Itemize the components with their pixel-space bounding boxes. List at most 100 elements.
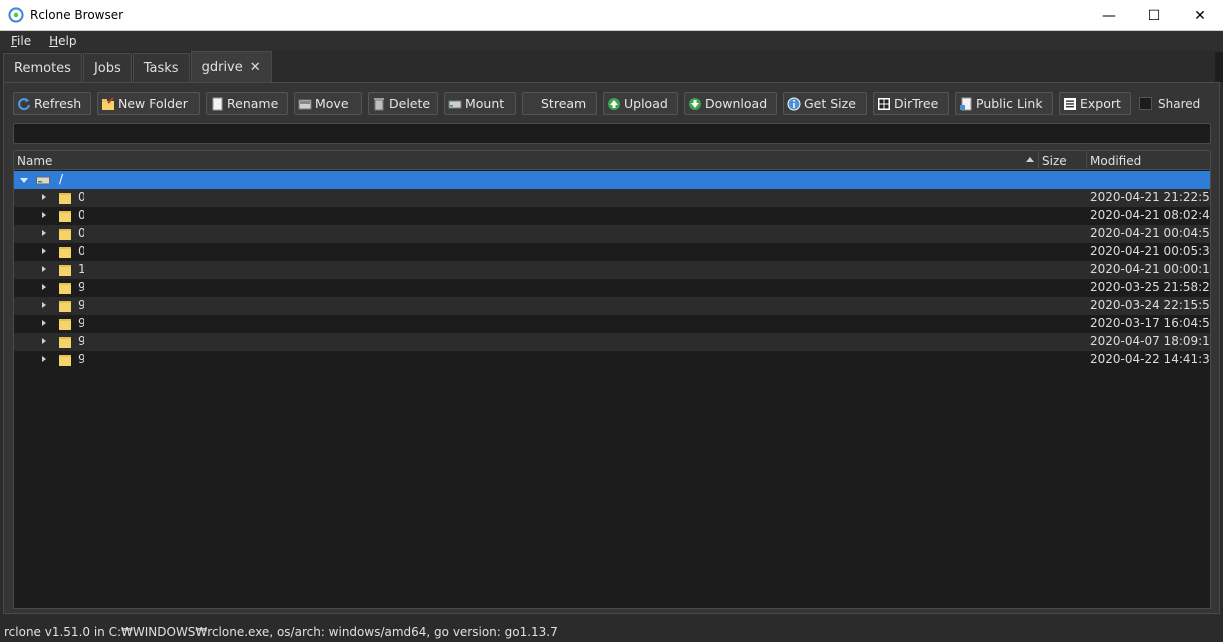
rclone-logo-icon bbox=[8, 7, 24, 23]
tab-gdrive-label: gdrive bbox=[201, 59, 243, 75]
folder-row[interactable]: 0 2020-04-21 08:02:45 bbox=[14, 207, 1210, 225]
upload-label: Upload bbox=[624, 96, 668, 111]
toolbar: Refresh New Folder Rename Move Delete Mo… bbox=[13, 92, 1200, 116]
column-name-label: Name bbox=[17, 153, 53, 168]
drive-icon bbox=[36, 176, 50, 185]
folder-modified: 2020-04-21 00:04:59 bbox=[1090, 226, 1211, 240]
expand-arrow-icon[interactable] bbox=[42, 302, 46, 308]
expand-arrow-icon[interactable] bbox=[42, 320, 46, 326]
tree-rows: / 0 2020-04-21 21:22:51 0 2020-04-21 08:02:… bbox=[14, 171, 1210, 369]
dirtree-icon bbox=[877, 97, 891, 111]
column-name-header[interactable]: Name bbox=[14, 151, 1039, 170]
move-icon bbox=[298, 97, 312, 111]
close-button[interactable]: ✕ bbox=[1177, 0, 1223, 31]
download-icon bbox=[688, 97, 702, 111]
tab-jobs[interactable]: Jobs bbox=[82, 53, 132, 82]
folder-name: 0 bbox=[78, 208, 84, 222]
tab-gdrive[interactable]: gdrive ✕ bbox=[190, 51, 272, 82]
delete-button[interactable]: Delete bbox=[368, 92, 438, 115]
menu-help[interactable]: Help bbox=[38, 34, 83, 48]
folder-icon bbox=[59, 229, 71, 240]
new-folder-icon bbox=[101, 96, 115, 111]
tab-tasks[interactable]: Tasks bbox=[132, 53, 190, 82]
rename-label: Rename bbox=[227, 96, 279, 111]
path-input[interactable] bbox=[13, 123, 1211, 144]
trash-icon bbox=[372, 97, 386, 111]
refresh-icon bbox=[17, 97, 31, 111]
folder-modified: 2020-03-17 16:04:51 bbox=[1090, 316, 1211, 330]
tab-remotes[interactable]: Remotes bbox=[3, 53, 82, 82]
column-size-header[interactable]: Size bbox=[1039, 151, 1087, 170]
column-size-label: Size bbox=[1042, 153, 1067, 168]
collapse-arrow-icon[interactable] bbox=[20, 178, 28, 183]
expand-arrow-icon[interactable] bbox=[42, 194, 46, 200]
refresh-button[interactable]: Refresh bbox=[13, 92, 91, 115]
folder-icon bbox=[59, 301, 71, 312]
tab-bar: Remotes Jobs Tasks gdrive ✕ bbox=[0, 51, 1223, 82]
expand-arrow-icon[interactable] bbox=[42, 284, 46, 290]
folder-row[interactable]: 9 2020-03-25 21:58:27 bbox=[14, 279, 1210, 297]
expand-arrow-icon[interactable] bbox=[42, 338, 46, 344]
folder-row[interactable]: 0 2020-04-21 21:22:51 bbox=[14, 189, 1210, 207]
info-icon bbox=[787, 97, 801, 111]
folder-icon bbox=[59, 283, 71, 294]
expand-arrow-icon[interactable] bbox=[42, 230, 46, 236]
download-label: Download bbox=[705, 96, 768, 111]
export-label: Export bbox=[1080, 96, 1121, 111]
folder-icon bbox=[59, 355, 71, 366]
rename-button[interactable]: Rename bbox=[206, 92, 288, 115]
folder-name: 9 bbox=[78, 298, 84, 312]
folder-modified: 2020-04-21 00:05:30 bbox=[1090, 244, 1211, 258]
folder-name: 9 bbox=[78, 280, 84, 294]
file-tree[interactable]: Name Size Modified / 0 2020-04-21 21:22:5… bbox=[13, 150, 1211, 609]
minimize-button[interactable]: — bbox=[1086, 0, 1132, 31]
mount-button[interactable]: Mount bbox=[444, 92, 516, 115]
folder-row[interactable]: 1 2020-04-21 00:00:15 bbox=[14, 261, 1210, 279]
window-title: Rclone Browser bbox=[30, 8, 124, 22]
folder-row[interactable]: 9 2020-03-24 22:15:55 bbox=[14, 297, 1210, 315]
stream-button[interactable]: Stream bbox=[522, 92, 597, 115]
expand-arrow-icon[interactable] bbox=[42, 356, 46, 362]
tab-remotes-label: Remotes bbox=[14, 60, 71, 76]
shared-checkbox[interactable] bbox=[1139, 97, 1152, 110]
folder-modified: 2020-03-24 22:15:55 bbox=[1090, 298, 1211, 312]
tree-header: Name Size Modified bbox=[14, 151, 1210, 170]
folder-row[interactable]: 0 2020-04-21 00:04:59 bbox=[14, 225, 1210, 243]
download-button[interactable]: Download bbox=[684, 92, 777, 115]
mount-label: Mount bbox=[465, 96, 505, 111]
column-modified-header[interactable]: Modified bbox=[1087, 151, 1210, 170]
upload-button[interactable]: Upload bbox=[603, 92, 678, 115]
folder-icon bbox=[59, 319, 71, 330]
get-size-button[interactable]: Get Size bbox=[783, 92, 867, 115]
menu-bar: File Help bbox=[0, 31, 1223, 51]
folder-icon bbox=[59, 337, 71, 348]
upload-icon bbox=[607, 97, 621, 111]
dirtree-button[interactable]: DirTree bbox=[873, 92, 949, 115]
status-text: rclone v1.51.0 in C:₩WINDOWS₩rclone.exe,… bbox=[4, 624, 558, 639]
folder-name: 0 bbox=[78, 190, 84, 204]
tab-close-icon[interactable]: ✕ bbox=[250, 60, 261, 75]
expand-arrow-icon[interactable] bbox=[42, 248, 46, 254]
expand-arrow-icon[interactable] bbox=[42, 212, 46, 218]
menu-help-label: Help bbox=[49, 34, 77, 48]
export-button[interactable]: Export bbox=[1059, 92, 1131, 115]
menu-file[interactable]: File bbox=[0, 34, 38, 48]
new-folder-button[interactable]: New Folder bbox=[97, 92, 200, 115]
folder-modified: 2020-04-21 08:02:45 bbox=[1090, 208, 1211, 222]
move-button[interactable]: Move bbox=[294, 92, 362, 115]
folder-row[interactable]: 9 2020-03-17 16:04:51 bbox=[14, 315, 1210, 333]
expand-arrow-icon[interactable] bbox=[42, 266, 46, 272]
tree-root-row[interactable]: / bbox=[14, 171, 1210, 189]
folder-modified: 2020-04-22 14:41:38 bbox=[1090, 352, 1211, 366]
dirtree-label: DirTree bbox=[894, 96, 939, 111]
shared-toggle[interactable]: Shared bbox=[1139, 92, 1200, 115]
drive-mount-icon bbox=[448, 97, 462, 111]
folder-row[interactable]: 0 2020-04-21 00:05:30 bbox=[14, 243, 1210, 261]
folder-icon bbox=[59, 265, 71, 276]
export-icon bbox=[1063, 97, 1077, 111]
folder-name: 9 bbox=[78, 316, 84, 330]
folder-row[interactable]: 9 2020-04-22 14:41:38 bbox=[14, 351, 1210, 369]
folder-row[interactable]: 9 2020-04-07 18:09:10 bbox=[14, 333, 1210, 351]
public-link-button[interactable]: Public Link bbox=[955, 92, 1053, 115]
maximize-button[interactable]: ☐ bbox=[1131, 0, 1177, 31]
